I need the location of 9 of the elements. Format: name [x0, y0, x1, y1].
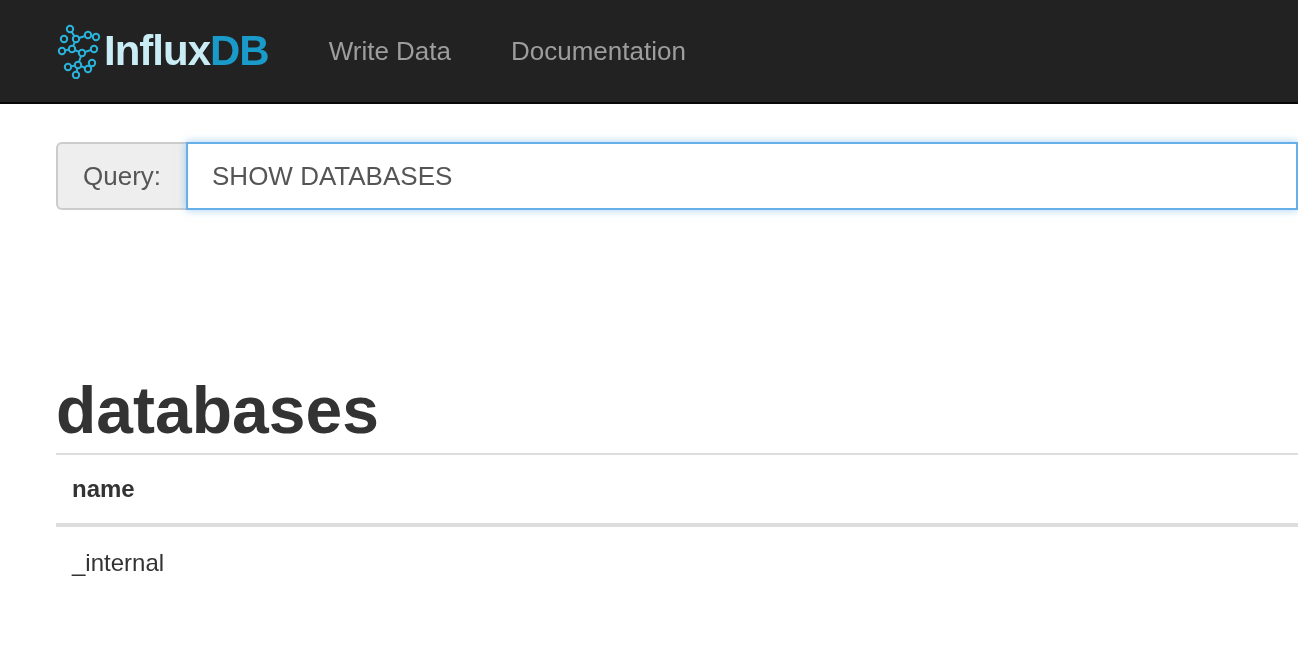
- nav-link[interactable]: Documentation: [511, 35, 686, 67]
- table-cell: _internal: [56, 524, 1298, 599]
- column-header: name: [56, 453, 1298, 525]
- nav-link[interactable]: Write Data: [328, 35, 451, 67]
- result-title: databases: [56, 374, 380, 447]
- logo-icon: [56, 23, 102, 79]
- query-label: Query:: [56, 142, 187, 210]
- query-input[interactable]: SHOW DATABASES: [186, 142, 1298, 210]
- logo-text[interactable]: InfluxDB: [104, 27, 269, 75]
